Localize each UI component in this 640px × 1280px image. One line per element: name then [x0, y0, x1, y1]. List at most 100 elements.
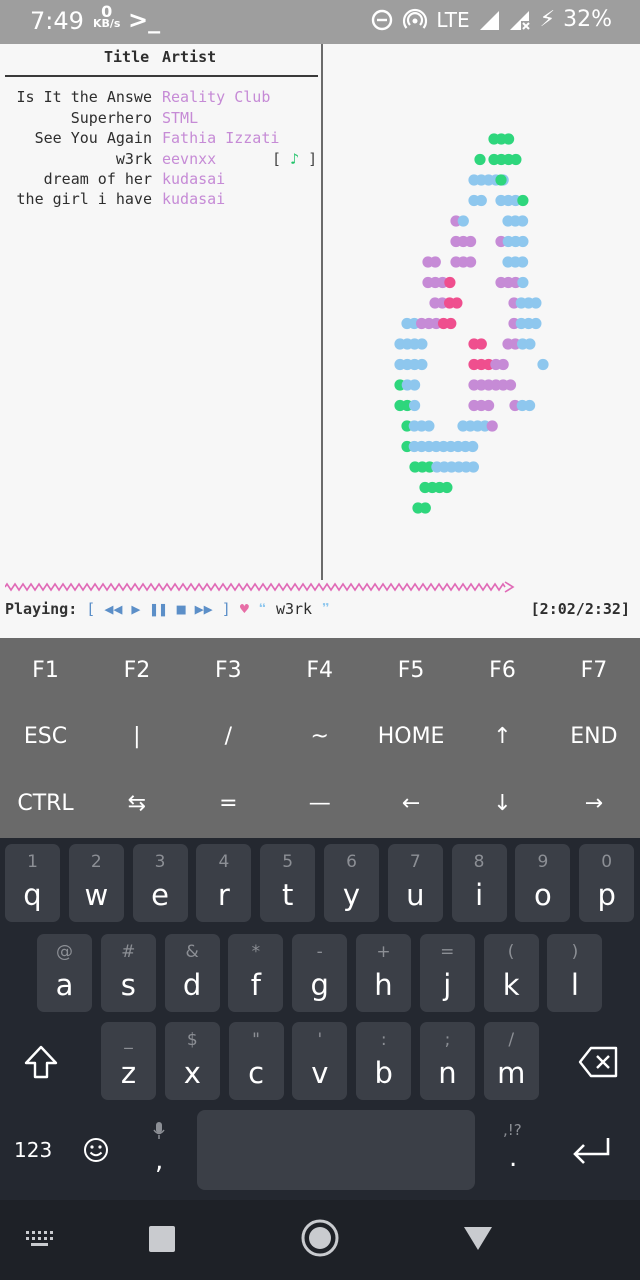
key-h[interactable]: + h: [356, 934, 411, 1012]
key-u[interactable]: 7u: [387, 844, 443, 922]
extra-key[interactable]: END: [548, 704, 639, 770]
extra-key[interactable]: F4: [274, 638, 365, 704]
numbers-key[interactable]: 123: [14, 1138, 52, 1162]
key-r[interactable]: 4r: [196, 844, 252, 922]
key-label: v: [311, 1056, 329, 1090]
recents-button[interactable]: [147, 1224, 177, 1254]
key-secondary-label: *: [251, 942, 261, 962]
extra-key[interactable]: HOME: [366, 704, 457, 770]
extra-key[interactable]: /: [183, 704, 274, 770]
key-q[interactable]: 1q: [5, 844, 60, 922]
key-f[interactable]: * f: [228, 934, 284, 1012]
key-j[interactable]: = j: [419, 934, 475, 1012]
period-key[interactable]: .: [509, 1143, 517, 1173]
extra-keys-bar: F1 F2 F3 F4 F5 F6 F7 ESC | / ~ HOME ↑ END CTRL ⇆ = — ← ↓ →: [0, 638, 640, 838]
key-d[interactable]: & d: [164, 934, 220, 1012]
track-artist: STML: [162, 109, 199, 127]
shift-icon[interactable]: [22, 1043, 60, 1081]
space-bar[interactable]: [197, 1110, 475, 1190]
key-secondary-label: _: [124, 1030, 133, 1050]
track-row[interactable]: the girl i have kudasai: [0, 190, 320, 210]
comma-key[interactable]: ,: [155, 1146, 163, 1176]
extra-key[interactable]: ↑: [457, 704, 548, 770]
track-row-playing[interactable]: w3rk eevnxx [ ♪ ]: [0, 150, 320, 170]
track-title: the girl i have: [16, 190, 152, 208]
key-k[interactable]: (k: [483, 934, 539, 1012]
key-t[interactable]: 5t: [260, 844, 316, 922]
home-button[interactable]: [300, 1218, 340, 1258]
key-label: u: [406, 878, 425, 912]
key-a[interactable]: @ a: [37, 934, 92, 1012]
viz-dot: [503, 133, 515, 145]
extra-key[interactable]: F6: [457, 638, 548, 704]
key-y[interactable]: 6y: [324, 844, 379, 922]
back-button[interactable]: [462, 1224, 494, 1252]
key-o[interactable]: 9o: [515, 844, 571, 922]
key-b[interactable]: :b: [356, 1022, 412, 1100]
track-row[interactable]: dream of her kudasai: [0, 170, 320, 190]
extra-key[interactable]: →: [548, 771, 639, 837]
heart-icon[interactable]: ♥: [240, 600, 249, 618]
playback-controls[interactable]: [ ◀◀ ▶ ❚❚ ■ ▶▶ ]: [86, 600, 231, 618]
terminal-icon: >_: [128, 6, 161, 34]
key-label: f: [250, 968, 261, 1002]
terminal-screen[interactable]: Title Artist Is It the Answe Reality Club…: [0, 44, 640, 638]
enter-icon[interactable]: [570, 1135, 612, 1165]
key-secondary-label: /: [508, 1030, 515, 1050]
keyboard-toggle-icon[interactable]: [24, 1228, 56, 1250]
clock: 7:49: [30, 7, 84, 35]
key-n[interactable]: ; n: [420, 1022, 475, 1100]
extra-key[interactable]: —: [274, 771, 365, 837]
period-sub: ,!?: [503, 1121, 522, 1139]
viz-dot: [465, 256, 477, 268]
extra-key[interactable]: F1: [0, 638, 91, 704]
key-secondary-label: :: [380, 1030, 387, 1050]
key-secondary-label: ': [317, 1030, 323, 1050]
key-secondary-label: ;: [444, 1030, 451, 1050]
viz-dot: [409, 379, 421, 391]
key-g[interactable]: -g: [292, 934, 348, 1012]
key-p[interactable]: 0p: [579, 844, 635, 922]
key-x[interactable]: $ x: [164, 1022, 220, 1100]
track-row[interactable]: See You Again Fathia Izzati: [0, 129, 320, 149]
extra-key[interactable]: ~: [274, 704, 365, 770]
table-header: Title Artist: [0, 48, 320, 70]
viz-dot: [451, 297, 463, 309]
viz-dot: [444, 276, 456, 289]
track-row[interactable]: Is It the Answe Reality Club: [0, 88, 320, 108]
viz-dot: [517, 194, 529, 207]
key-z[interactable]: _ z: [101, 1022, 156, 1100]
backspace-icon[interactable]: [578, 1045, 620, 1079]
key-v[interactable]: ' v: [292, 1022, 348, 1100]
key-l[interactable]: ) l: [547, 934, 603, 1012]
artist-column-header: Artist: [162, 48, 217, 66]
key-s[interactable]: # s: [100, 934, 156, 1012]
key-w[interactable]: 2w: [68, 844, 124, 922]
extra-key[interactable]: CTRL: [0, 771, 91, 837]
extra-key[interactable]: =: [183, 771, 274, 837]
track-row[interactable]: Superhero STML: [0, 109, 320, 129]
extra-key[interactable]: ⇆: [91, 771, 182, 837]
track-title: dream of her: [43, 170, 152, 188]
extra-key[interactable]: |: [91, 704, 182, 770]
network-type: LTE: [436, 7, 470, 32]
key-i[interactable]: 8i: [451, 844, 507, 922]
key-c[interactable]: " c: [228, 1022, 284, 1100]
extra-key[interactable]: ESC: [0, 704, 91, 770]
soft-keyboard: 1 q 2 w 3 e 4 r 5 t 6 y 7 u 8 i 9 o 0 p @ a # s & d * f - g + h = j(k) l _ z…: [0, 838, 640, 1200]
key-label: o: [534, 878, 552, 912]
extra-key[interactable]: F3: [183, 638, 274, 704]
extra-key[interactable]: F5: [366, 638, 457, 704]
extra-key[interactable]: F7: [548, 638, 639, 704]
signal-no-data-icon: [509, 10, 530, 30]
key-e[interactable]: 3e: [132, 844, 188, 922]
emoji-icon[interactable]: [83, 1137, 109, 1163]
viz-dot: [530, 297, 542, 309]
key-label: t: [282, 878, 294, 912]
extra-key[interactable]: F2: [91, 638, 182, 704]
viz-dot: [504, 379, 517, 391]
extra-key[interactable]: ←: [366, 771, 457, 837]
key-secondary-label: 4: [218, 852, 230, 872]
key-m[interactable]: / m: [483, 1022, 539, 1100]
extra-key[interactable]: ↓: [457, 771, 548, 837]
